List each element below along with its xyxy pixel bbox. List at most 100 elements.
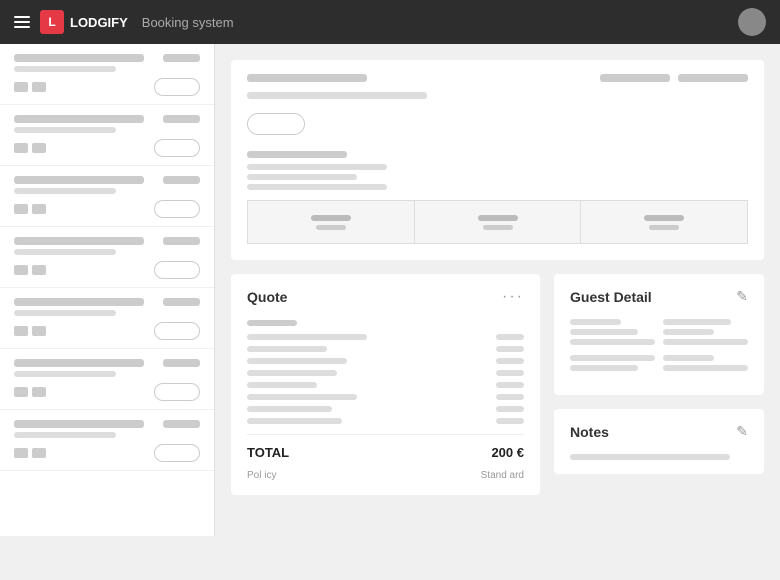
si-action-button[interactable]	[154, 322, 200, 340]
quote-row	[247, 418, 524, 424]
quote-total-row: TOTAL 200 €	[247, 445, 524, 460]
quote-row	[247, 334, 524, 340]
si-icons	[14, 143, 46, 153]
info-title-1	[247, 151, 347, 158]
si-icons	[14, 204, 46, 214]
si-action-button[interactable]	[154, 261, 200, 279]
si-title	[14, 176, 144, 184]
notes-content-line	[570, 454, 730, 460]
si-title	[14, 420, 144, 428]
quote-card-title: Quote	[247, 289, 287, 305]
tab-3-label	[644, 215, 684, 221]
tab-2[interactable]	[414, 200, 581, 244]
si-subtitle	[14, 249, 116, 255]
booking-info-card	[231, 60, 764, 260]
sidebar-item[interactable]	[0, 410, 214, 471]
sidebar-item[interactable]	[0, 105, 214, 166]
si-badge	[163, 176, 200, 184]
info-line-3	[247, 184, 387, 190]
si-icon-2	[32, 204, 46, 214]
si-icon-2	[32, 265, 46, 275]
tab-2-label	[478, 215, 518, 221]
si-icons	[14, 82, 46, 92]
tab-3[interactable]	[580, 200, 748, 244]
quote-row	[247, 406, 524, 412]
quote-footer: Pol icy Stand ard	[247, 470, 524, 481]
app-header: L LODGIFY Booking system	[0, 0, 780, 44]
guest-detail-card: Guest Detail ✎	[554, 274, 764, 395]
si-subtitle	[14, 310, 116, 316]
sidebar-item[interactable]	[0, 288, 214, 349]
total-value: 200 €	[491, 445, 524, 460]
booking-subtitle-placeholder	[247, 92, 427, 99]
notes-card-title: Notes	[570, 424, 609, 440]
si-subtitle	[14, 371, 116, 377]
notes-card: Notes ✎	[554, 409, 764, 474]
si-title	[14, 298, 144, 306]
si-subtitle	[14, 188, 116, 194]
quote-section-label	[247, 320, 297, 326]
sidebar-item[interactable]	[0, 227, 214, 288]
notes-edit-icon[interactable]: ✎	[736, 423, 748, 440]
si-action-button[interactable]	[154, 139, 200, 157]
gl-left	[570, 355, 655, 375]
sidebar-item[interactable]	[0, 166, 214, 227]
si-action-button[interactable]	[154, 200, 200, 218]
action-placeholder-2	[678, 74, 748, 82]
si-action-button[interactable]	[154, 78, 200, 96]
si-icons	[14, 265, 46, 275]
main-layout: Quote ··· TOTAL 200 € Pol icy	[0, 44, 780, 536]
si-subtitle	[14, 127, 116, 133]
si-icon-1	[14, 265, 28, 275]
total-label: TOTAL	[247, 445, 289, 460]
guest-card-title: Guest Detail	[570, 289, 652, 305]
sidebar-item[interactable]	[0, 349, 214, 410]
si-badge	[163, 298, 200, 306]
right-panel: Guest Detail ✎	[554, 274, 764, 495]
action-placeholder-1	[600, 74, 670, 82]
sidebar-item[interactable]	[0, 44, 214, 105]
app-subtitle: Booking system	[142, 15, 234, 30]
app-name: LODGIFY	[70, 15, 128, 30]
gl-line	[663, 365, 748, 371]
guest-row	[570, 319, 748, 349]
si-badge	[163, 54, 200, 62]
si-icons	[14, 326, 46, 336]
quote-menu-button[interactable]: ···	[502, 288, 524, 306]
main-content: Quote ··· TOTAL 200 € Pol icy	[215, 44, 780, 536]
gl-line	[570, 319, 621, 325]
tab-2-sub	[483, 225, 513, 230]
gl-line	[663, 355, 714, 361]
guest-lines	[570, 319, 748, 375]
details-section: Quote ··· TOTAL 200 € Pol icy	[231, 274, 764, 495]
quote-footer-left: Pol icy	[247, 470, 276, 481]
si-subtitle	[14, 66, 116, 72]
si-title	[14, 115, 144, 123]
si-icon-1	[14, 326, 28, 336]
menu-icon[interactable]	[14, 16, 30, 28]
si-icon-1	[14, 143, 28, 153]
quote-row	[247, 370, 524, 376]
si-action-button[interactable]	[154, 383, 200, 401]
gl-right	[663, 319, 748, 349]
si-title	[14, 237, 144, 245]
gl-line	[663, 319, 731, 325]
si-title	[14, 359, 144, 367]
si-icon-1	[14, 82, 28, 92]
si-action-button[interactable]	[154, 444, 200, 462]
tab-1[interactable]	[247, 200, 414, 244]
logo: L LODGIFY	[40, 10, 128, 34]
gl-line	[663, 339, 748, 345]
tab-1-label	[311, 215, 351, 221]
sidebar	[0, 44, 215, 536]
si-icons	[14, 387, 46, 397]
avatar[interactable]	[738, 8, 766, 36]
si-title	[14, 54, 144, 62]
tab-3-sub	[649, 225, 679, 230]
info-line-1	[247, 164, 387, 170]
si-badge	[163, 359, 200, 367]
quote-row	[247, 358, 524, 364]
gl-left	[570, 319, 655, 349]
booking-tag[interactable]	[247, 113, 305, 135]
guest-edit-icon[interactable]: ✎	[736, 288, 748, 305]
